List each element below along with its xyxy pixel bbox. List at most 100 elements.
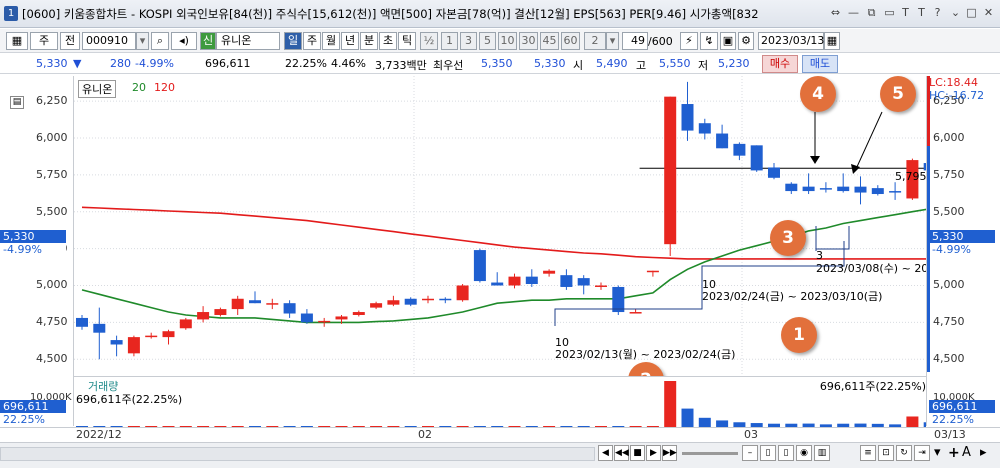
sell-button[interactable]: 매도	[802, 55, 838, 73]
y-tick-left: 5,500	[36, 204, 68, 218]
collapse-icon[interactable]: ▾	[934, 445, 941, 460]
minute-45[interactable]: 45	[540, 32, 559, 50]
y-tick-right: 5,750	[933, 167, 965, 181]
minute-30[interactable]: 30	[519, 32, 538, 50]
search-icon[interactable]: ⌕	[151, 32, 169, 50]
candle-body	[837, 186, 850, 192]
period-month[interactable]: 월	[322, 32, 340, 50]
buy-button[interactable]: 매수	[762, 55, 798, 73]
title-bar: 1 [0600] 키움종합차트 - KOSPI 외국인보유[84(천)] 주식수…	[0, 0, 1000, 28]
stop-icon[interactable]: ■	[630, 445, 645, 461]
scroll-right-icon[interactable]: ⇥	[914, 445, 930, 461]
annotation-marker-4: 4	[800, 76, 836, 112]
grid-icon[interactable]: ▦	[6, 32, 28, 50]
fraction-button[interactable]: ½	[420, 32, 438, 50]
stock-name[interactable]: 유니온	[216, 32, 280, 50]
save-icon[interactable]: ▣	[720, 32, 736, 50]
forward-icon[interactable]: ▶▶	[662, 445, 677, 461]
play-icon[interactable]: ▶	[646, 445, 661, 461]
help-icon[interactable]: ?	[930, 5, 945, 21]
high-price: 5,550	[659, 57, 691, 70]
date-input[interactable]: 2023/03/13	[758, 32, 824, 50]
stock-code-input[interactable]: 000910	[82, 32, 136, 50]
rewind-icon[interactable]: ◀◀	[614, 445, 629, 461]
maximize-icon[interactable]: □	[964, 5, 979, 21]
date-label-dec: 2022/12	[76, 428, 122, 441]
change-rate: -4.99%	[135, 57, 174, 70]
left-price-axis: ▤ 6,2506,0005,7505,5005,2505,0004,7504,5…	[0, 76, 74, 426]
legend-ma120: 120	[154, 81, 175, 94]
minute-5[interactable]: 5	[479, 32, 496, 50]
candle-body	[145, 335, 158, 338]
price-chart[interactable]: 5,795 10 2023/02/13(월) ~ 2023/02/24(금) 10 20…	[74, 76, 926, 398]
count-total: /600	[648, 35, 673, 48]
expand-icon[interactable]: ▸	[980, 445, 987, 460]
priority-buy: 5,330	[534, 57, 566, 70]
minute-60[interactable]: 60	[561, 32, 580, 50]
candle-body	[560, 275, 573, 287]
y-tick-left: 5,750	[36, 167, 68, 181]
window-icon[interactable]: ▭	[882, 5, 897, 21]
candle-body	[577, 278, 590, 286]
chevron-down-icon[interactable]: ▾	[136, 32, 149, 50]
price-change: 280	[110, 57, 131, 70]
minute-1[interactable]: 1	[441, 32, 458, 50]
prev-button[interactable]: 전	[60, 32, 80, 50]
window-title: [0600] 키움종합차트 - KOSPI 외국인보유[84(천)] 주식수[1…	[22, 7, 759, 21]
camera-icon[interactable]: ◉	[796, 445, 812, 461]
speed-slider[interactable]	[682, 452, 738, 455]
table-icon[interactable]: ▤	[10, 96, 24, 109]
calendar-icon[interactable]: ▦	[824, 32, 840, 50]
marker4-arrowhead	[810, 156, 820, 164]
indicator-icon[interactable]: ⚡	[680, 32, 698, 50]
pin-icon[interactable]: ⌄	[948, 5, 963, 21]
restore-icon[interactable]: ⧉	[864, 5, 879, 21]
back-icon[interactable]: ◀	[598, 445, 613, 461]
candle-body	[404, 298, 417, 305]
scroll-track[interactable]	[0, 447, 595, 461]
speaker-icon[interactable]: ◂)	[171, 32, 197, 50]
minute-3[interactable]: 3	[460, 32, 477, 50]
interval-select[interactable]: 2	[584, 32, 606, 50]
period-week[interactable]: 주	[303, 32, 321, 50]
compare-view-icon[interactable]: ▯	[778, 445, 794, 461]
period-year[interactable]: 년	[341, 32, 359, 50]
date-label-current: 03/13	[934, 428, 966, 441]
y-tick-right: 5,500	[933, 204, 965, 218]
period-minute[interactable]: 분	[360, 32, 378, 50]
y-tick-right: 5,000	[933, 278, 965, 292]
app-icon[interactable]: 1	[4, 6, 18, 21]
text-icon[interactable]: T	[914, 5, 929, 21]
arrows-icon[interactable]: ⇔	[828, 5, 843, 21]
font-icon[interactable]: T	[898, 5, 913, 21]
chevron-down-icon[interactable]: ▾	[606, 32, 619, 50]
volume-chart-svg	[76, 381, 926, 427]
chart-icon[interactable]: ▥	[814, 445, 830, 461]
candle-body	[595, 285, 607, 287]
refresh-icon[interactable]: ↻	[896, 445, 912, 461]
view-icon[interactable]: ▯	[760, 445, 776, 461]
minute-10[interactable]: 10	[498, 32, 517, 50]
zoom-in-icon[interactable]: +	[948, 445, 960, 461]
market-select[interactable]: 주	[30, 32, 58, 50]
volume-chart[interactable]: 거래량 696,611주(22.25%) 696,611주(22.25%)	[74, 376, 926, 427]
candle-body	[854, 186, 867, 193]
quote-bar: 5,330 ▼ 280 -4.99% 696,611 22.25% 4.46% …	[0, 54, 1000, 74]
current-price: 5,330	[36, 57, 68, 70]
candle-body	[646, 270, 659, 273]
toolbar: ▦ 주 전 000910 ▾ ⌕ ◂) 신 유니온 일 주 월 년 분 초 틱 …	[0, 29, 1000, 53]
period-tick[interactable]: 틱	[398, 32, 416, 50]
count-input[interactable]: 49	[622, 32, 648, 50]
candle-body	[750, 145, 763, 171]
gear-icon[interactable]: ⚙	[738, 32, 754, 50]
period-day[interactable]: 일	[284, 32, 302, 50]
window-split-icon[interactable]: ⊡	[878, 445, 894, 461]
text-size-icon[interactable]: A	[962, 445, 971, 460]
minimize-icon[interactable]: —	[846, 5, 861, 21]
volume-right-label: 696,611주(22.25%)	[819, 380, 926, 393]
close-icon[interactable]: ✕	[981, 5, 996, 21]
compare-icon[interactable]: ↯	[700, 32, 718, 50]
list-icon[interactable]: ≡	[860, 445, 876, 461]
period-second[interactable]: 초	[379, 32, 397, 50]
zoom-out-icon[interactable]: –	[742, 445, 758, 461]
